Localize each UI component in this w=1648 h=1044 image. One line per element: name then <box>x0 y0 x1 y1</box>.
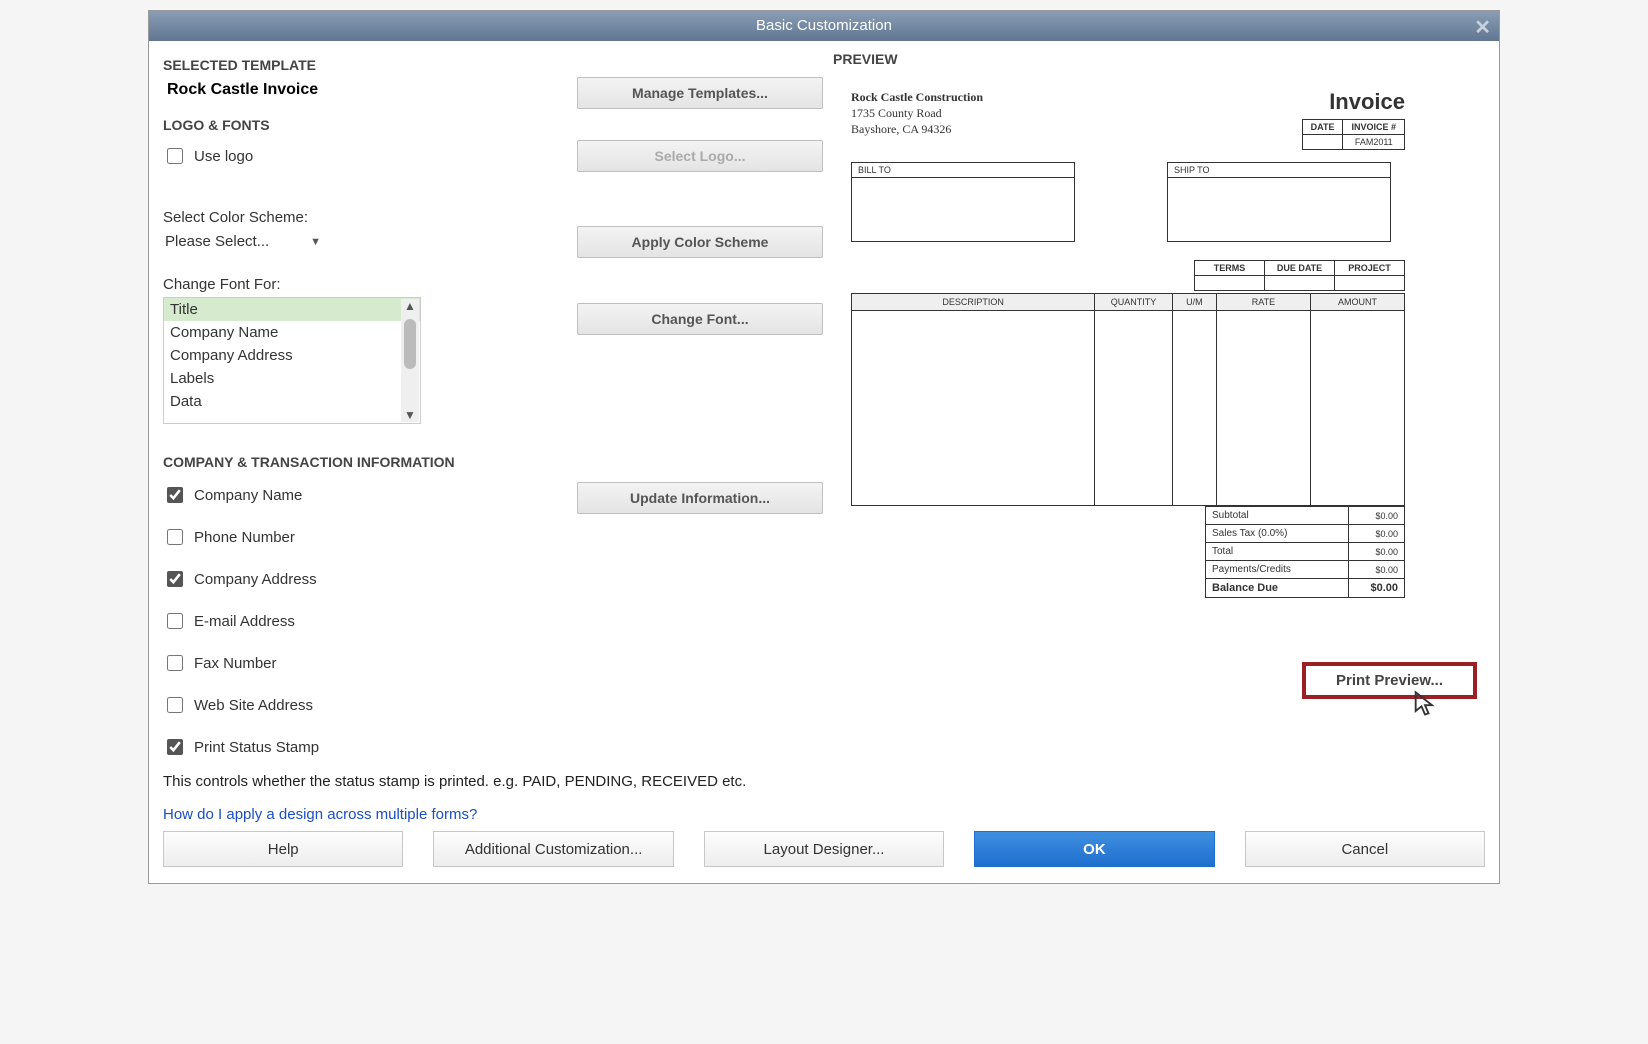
chk-phone-number[interactable]: Phone Number <box>163 526 363 548</box>
line-items-table: DESCRIPTION QUANTITY U/M RATE AMOUNT <box>851 293 1405 506</box>
change-font-label: Change Font For: <box>163 276 823 293</box>
preview-doc-title: Invoice <box>1302 89 1405 115</box>
logo-fonts-label: LOGO & FONTS <box>163 117 823 133</box>
font-item-company-address[interactable]: Company Address <box>164 344 420 367</box>
color-scheme-select[interactable]: Please Select... ▼ <box>163 229 323 255</box>
cancel-button[interactable]: Cancel <box>1245 831 1485 867</box>
font-item-company-name[interactable]: Company Name <box>164 321 420 344</box>
font-item-title[interactable]: Title <box>164 298 420 321</box>
help-button[interactable]: Help <box>163 831 403 867</box>
layout-designer-button[interactable]: Layout Designer... <box>704 831 944 867</box>
bottom-bar: Help Additional Customization... Layout … <box>149 823 1499 883</box>
design-help-link[interactable]: How do I apply a design across multiple … <box>163 806 477 823</box>
apply-color-scheme-button[interactable]: Apply Color Scheme <box>577 226 823 258</box>
totals-table: Subtotal$0.00 Sales Tax (0.0%)$0.00 Tota… <box>1205 506 1405 598</box>
preview-dateinv-table: DATEINVOICE # FAM2011 <box>1302 119 1405 150</box>
font-item-labels[interactable]: Labels <box>164 367 420 390</box>
chk-company-name[interactable]: Company Name <box>163 484 363 506</box>
scroll-up-icon[interactable]: ▲ <box>404 299 416 313</box>
bill-to-box: BILL TO <box>851 162 1075 242</box>
terms-table: TERMSDUE DATEPROJECT <box>1194 260 1405 291</box>
font-list[interactable]: Title Company Name Company Address Label… <box>163 297 421 424</box>
window-title: Basic Customization <box>756 17 892 34</box>
template-name: Rock Castle Invoice <box>163 77 557 109</box>
close-icon[interactable]: ✕ <box>1474 13 1491 43</box>
invoice-preview: Rock Castle Construction 1735 County Roa… <box>833 75 1423 608</box>
preview-company-name: Rock Castle Construction <box>851 89 983 105</box>
preview-company-block: Rock Castle Construction 1735 County Roa… <box>851 89 983 150</box>
use-logo-label: Use logo <box>194 148 253 165</box>
titlebar: Basic Customization ✕ <box>149 11 1499 41</box>
chk-fax-number[interactable]: Fax Number <box>163 652 363 674</box>
basic-customization-window: Basic Customization ✕ SELECTED TEMPLATE … <box>148 10 1500 884</box>
preview-addr1: 1735 County Road <box>851 105 983 121</box>
scroll-thumb[interactable] <box>404 319 416 369</box>
additional-customization-button[interactable]: Additional Customization... <box>433 831 673 867</box>
chk-company-address[interactable]: Company Address <box>163 568 363 590</box>
update-information-button[interactable]: Update Information... <box>577 482 823 514</box>
manage-templates-button[interactable]: Manage Templates... <box>577 77 823 109</box>
status-stamp-note: This controls whether the status stamp i… <box>163 772 823 792</box>
company-info-label: COMPANY & TRANSACTION INFORMATION <box>163 454 823 470</box>
chk-email-address[interactable]: E-mail Address <box>163 610 363 632</box>
print-preview-button[interactable]: Print Preview... <box>1302 662 1477 699</box>
preview-addr2: Bayshore, CA 94326 <box>851 121 983 137</box>
selected-template-label: SELECTED TEMPLATE <box>163 57 823 73</box>
color-scheme-label: Select Color Scheme: <box>163 209 823 226</box>
change-font-button[interactable]: Change Font... <box>577 303 823 335</box>
left-panel: SELECTED TEMPLATE Rock Castle Invoice Ma… <box>163 51 823 823</box>
ok-button[interactable]: OK <box>974 831 1214 867</box>
ship-to-box: SHIP TO <box>1167 162 1391 242</box>
font-list-scrollbar[interactable]: ▲ ▼ <box>401 299 419 422</box>
color-scheme-value: Please Select... <box>165 233 269 250</box>
font-item-data[interactable]: Data <box>164 390 420 413</box>
use-logo-checkbox[interactable]: Use logo <box>163 145 557 167</box>
scroll-down-icon[interactable]: ▼ <box>404 408 416 422</box>
right-panel: PREVIEW Rock Castle Construction 1735 Co… <box>823 51 1487 823</box>
chk-web-site[interactable]: Web Site Address <box>163 694 363 716</box>
chk-print-status-stamp[interactable]: Print Status Stamp <box>163 736 557 758</box>
chevron-down-icon: ▼ <box>310 236 321 248</box>
select-logo-button[interactable]: Select Logo... <box>577 140 823 172</box>
preview-label: PREVIEW <box>833 51 1487 67</box>
